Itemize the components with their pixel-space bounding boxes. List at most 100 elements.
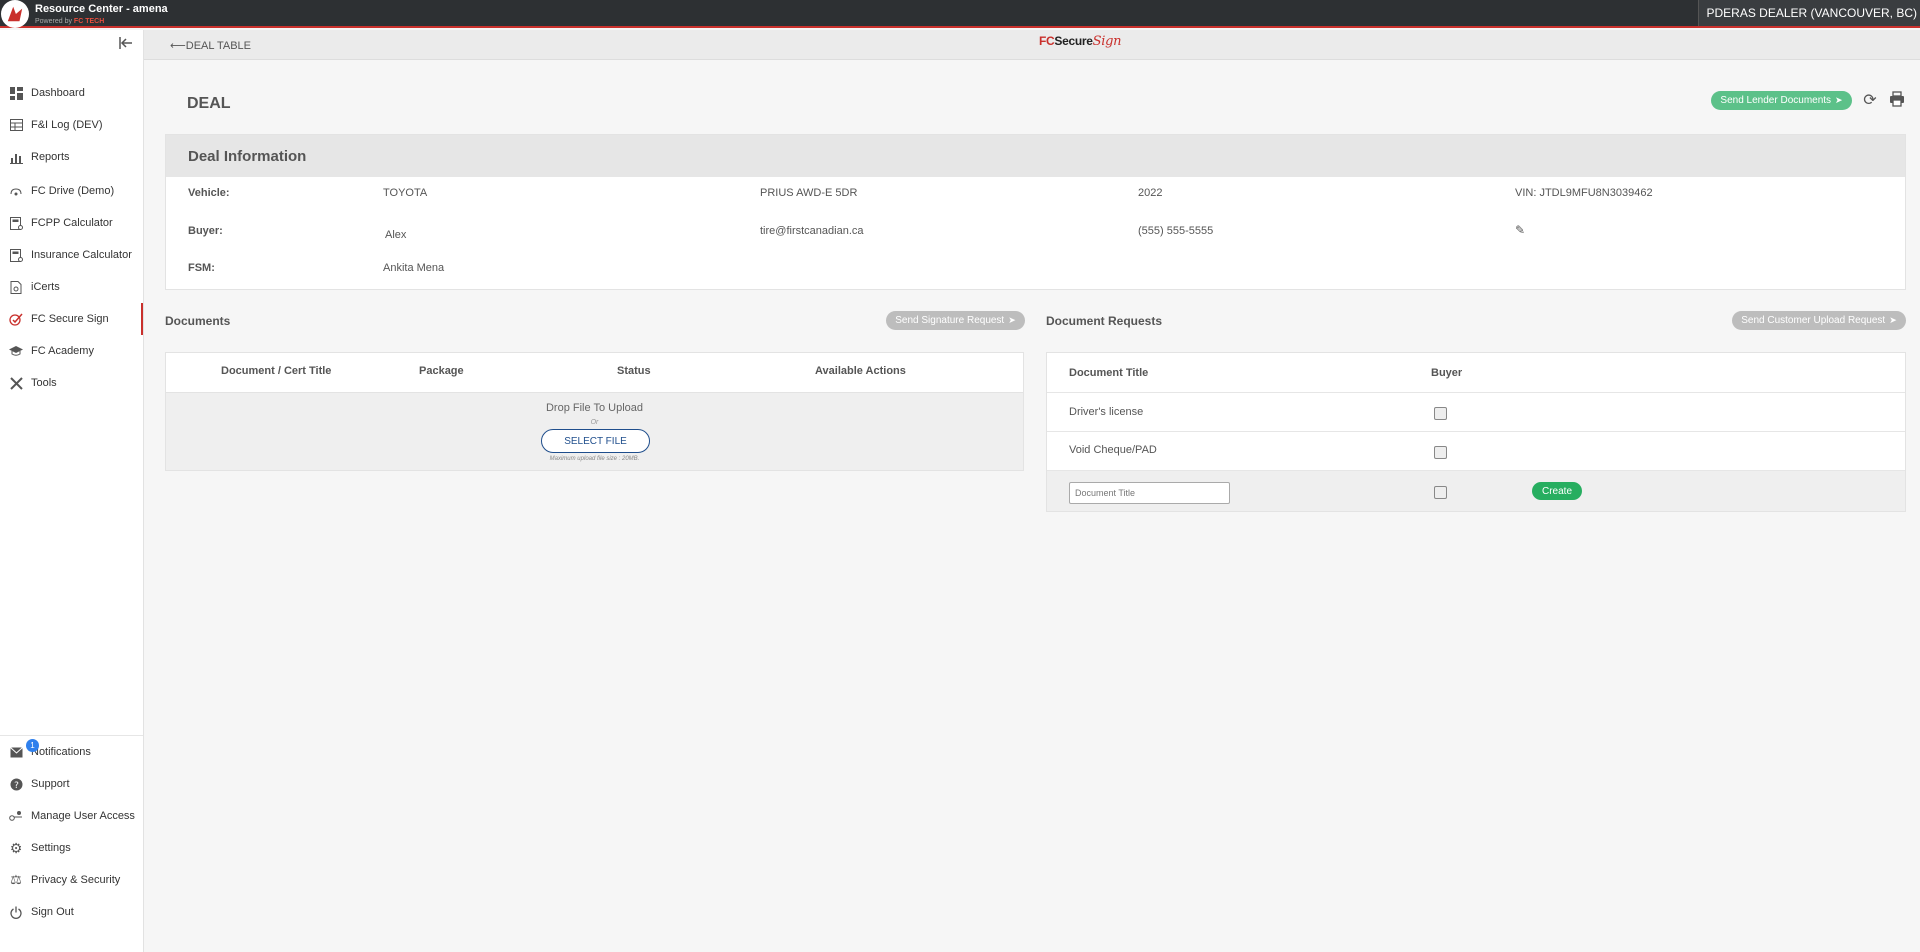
sidebar-item-label: FC Academy bbox=[31, 345, 94, 357]
send-upload-label: Send Customer Upload Request bbox=[1741, 315, 1886, 326]
logo-secure: Secure bbox=[1054, 34, 1093, 48]
max-upload-size-text: Maximum upload file size : 20MB. bbox=[549, 456, 640, 462]
buyer-checkbox[interactable] bbox=[1434, 407, 1447, 420]
sidebar-item-label: Reports bbox=[31, 151, 70, 163]
documents-table: Document / Cert Title Package Status Ava… bbox=[165, 352, 1024, 471]
send-lender-documents-button[interactable]: Send Lender Documents ➤ bbox=[1711, 91, 1852, 110]
brand[interactable]: Resource Center - amena Powered by FC TE… bbox=[0, 0, 168, 28]
or-text: Or bbox=[590, 419, 599, 426]
powered-brand: FC TECH bbox=[73, 17, 105, 25]
sidebar-item-manage-user-access[interactable]: Manage User Access bbox=[0, 800, 143, 832]
sidebar-item-label: Notifications bbox=[31, 746, 91, 758]
user-access-icon bbox=[9, 809, 23, 823]
drop-file-text: Drop File To Upload bbox=[545, 402, 643, 414]
sidebar-item-privacy-security[interactable]: ⚖ Privacy & Security bbox=[0, 864, 143, 896]
sidebar-item-fcpp-calculator[interactable]: FCPP Calculator bbox=[0, 207, 143, 239]
paper-plane-icon: ➤ bbox=[1835, 95, 1843, 105]
dealer-selector[interactable]: PDERAS DEALER (VANCOUVER, BC) bbox=[1697, 0, 1920, 26]
vehicle-year: 2022 bbox=[1138, 187, 1163, 199]
sidebar-item-label: Tools bbox=[31, 377, 57, 389]
buyer-phone: (555) 555-5555 bbox=[1138, 225, 1214, 237]
app-title: Resource Center - amena bbox=[35, 2, 168, 15]
print-icon[interactable] bbox=[1887, 91, 1907, 111]
sidebar-item-sign-out[interactable]: Sign Out bbox=[0, 896, 143, 928]
gear-icon: ⚙ bbox=[9, 839, 23, 856]
send-customer-upload-request-button[interactable]: Send Customer Upload Request ➤ bbox=[1732, 311, 1906, 330]
sidebar-item-reports[interactable]: Reports bbox=[0, 141, 143, 173]
document-title-input[interactable] bbox=[1069, 482, 1230, 504]
column-header: Package bbox=[419, 365, 464, 377]
calculator-icon bbox=[9, 216, 23, 230]
sidebar-item-label: FCPP Calculator bbox=[31, 217, 113, 229]
vehicle-make: TOYOTA bbox=[383, 187, 428, 199]
column-header: Document / Cert Title bbox=[221, 365, 332, 377]
refresh-icon[interactable]: ⟳ bbox=[1860, 91, 1880, 111]
back-to-deal-table-link[interactable]: ⟵DEAL TABLE bbox=[170, 39, 251, 52]
deal-information-card: Deal Information Vehicle: TOYOTA PRIUS A… bbox=[165, 134, 1906, 290]
dashboard-icon bbox=[9, 86, 23, 100]
power-icon bbox=[9, 905, 23, 919]
sidebar-item-icerts[interactable]: iCerts bbox=[0, 271, 143, 303]
sidebar-item-fc-drive[interactable]: FC Drive (Demo) bbox=[0, 175, 143, 207]
chart-icon bbox=[9, 150, 23, 164]
sidebar-item-fc-secure-sign[interactable]: FC Secure Sign bbox=[0, 303, 143, 335]
send-lender-label: Send Lender Documents bbox=[1720, 95, 1832, 106]
document-title-cell: Driver's license bbox=[1069, 406, 1144, 418]
sidebar-item-label: Sign Out bbox=[31, 906, 74, 918]
table-row: Void Cheque/PAD bbox=[1047, 431, 1905, 470]
table-icon bbox=[9, 118, 23, 132]
table-row: Driver's license bbox=[1047, 392, 1905, 431]
edit-buyer-pencil-icon[interactable]: ✎ bbox=[1515, 223, 1525, 237]
arrow-left-icon: ⟵ bbox=[170, 40, 186, 52]
back-label: DEAL TABLE bbox=[185, 40, 251, 52]
sidebar-item-label: FC Drive (Demo) bbox=[31, 185, 115, 197]
document-requests-title: Document Requests bbox=[1046, 314, 1163, 328]
document-title-cell: Void Cheque/PAD bbox=[1069, 444, 1157, 456]
sidebar-item-settings[interactable]: ⚙ Settings bbox=[0, 832, 143, 864]
paper-plane-icon: ➤ bbox=[1008, 315, 1016, 325]
buyer-checkbox[interactable] bbox=[1434, 486, 1447, 499]
graduation-cap-icon bbox=[9, 344, 23, 358]
sidebar-item-dashboard[interactable]: Dashboard bbox=[0, 77, 143, 109]
scale-icon: ⚖ bbox=[10, 872, 22, 887]
vehicle-label: Vehicle: bbox=[188, 187, 230, 199]
question-icon: ? bbox=[9, 777, 23, 791]
sidebar-item-fi-log[interactable]: F&I Log (DEV) bbox=[0, 109, 143, 141]
notification-badge: 1 bbox=[26, 739, 39, 752]
sidebar-item-label: Insurance Calculator bbox=[31, 249, 132, 261]
logo-fc: FC bbox=[1039, 34, 1055, 48]
secure-sign-icon bbox=[9, 312, 23, 326]
fc-secure-sign-logo: FCSecureSign bbox=[1039, 34, 1121, 49]
new-request-row: Create bbox=[1047, 470, 1905, 511]
buyer-checkbox[interactable] bbox=[1434, 446, 1447, 459]
sidebar-item-label: Settings bbox=[31, 842, 71, 854]
logo-sign: Sign bbox=[1092, 34, 1122, 49]
powered-by-label: Powered by bbox=[35, 17, 72, 25]
calculator-icon bbox=[9, 248, 23, 262]
main-header: ⟵DEAL TABLE FCSecureSign bbox=[144, 30, 1920, 60]
buyer-name: Alex bbox=[385, 229, 407, 241]
sidebar-item-notifications[interactable]: 1 Notifications bbox=[0, 736, 143, 768]
sidebar: Dashboard F&I Log (DEV) Reports FC Drive… bbox=[0, 30, 144, 952]
create-button[interactable]: Create bbox=[1532, 482, 1582, 500]
sidebar-item-tools[interactable]: Tools bbox=[0, 367, 143, 399]
page-title: DEAL bbox=[187, 95, 231, 112]
powered-by: Powered by FC TECH bbox=[35, 18, 168, 25]
vehicle-vin: VIN: JTDL9MFU8N3039462 bbox=[1515, 187, 1653, 199]
sidebar-item-label: F&I Log (DEV) bbox=[31, 119, 103, 131]
sidebar-item-insurance-calculator[interactable]: Insurance Calculator bbox=[0, 239, 143, 271]
file-drop-zone[interactable]: Drop File To Upload Or SELECT FILE Maxim… bbox=[166, 392, 1023, 470]
column-header: Document Title bbox=[1069, 367, 1149, 379]
sidebar-item-fc-academy[interactable]: FC Academy bbox=[0, 335, 143, 367]
select-file-button[interactable]: SELECT FILE bbox=[541, 429, 650, 453]
tools-icon bbox=[9, 376, 23, 390]
company-logo-icon bbox=[1, 0, 29, 28]
sidebar-item-label: iCerts bbox=[31, 281, 60, 293]
fsm-label: FSM: bbox=[188, 262, 215, 274]
sidebar-item-label: Support bbox=[31, 778, 70, 790]
collapse-sidebar-icon[interactable] bbox=[117, 36, 135, 54]
sidebar-item-support[interactable]: ? Support bbox=[0, 768, 143, 800]
svg-text:?: ? bbox=[14, 781, 19, 791]
sidebar-item-label: Manage User Access bbox=[31, 810, 135, 822]
send-signature-request-button[interactable]: Send Signature Request ➤ bbox=[886, 311, 1025, 330]
